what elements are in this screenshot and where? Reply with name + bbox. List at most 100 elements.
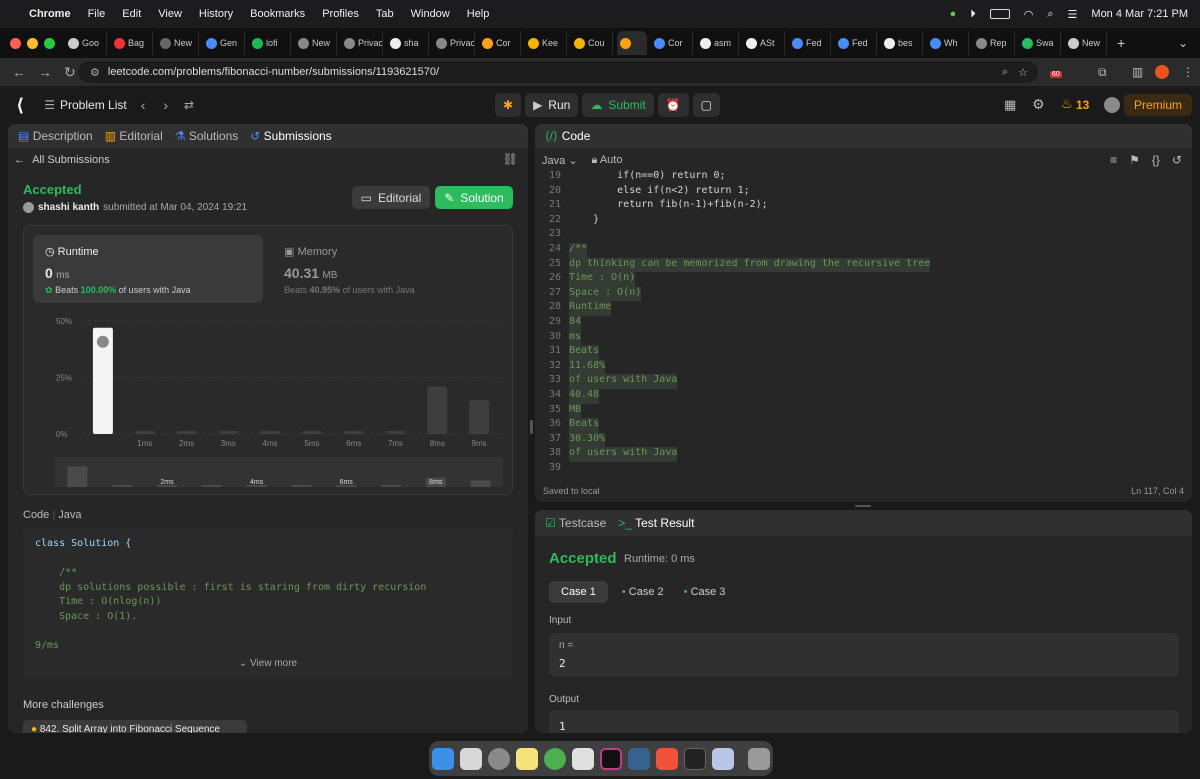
memory-box[interactable]: ▣ Memory 40.31 MB Beats 40.95% of users … [274,235,504,303]
menu-tab[interactable]: Tab [376,8,394,20]
menu-window[interactable]: Window [411,8,450,20]
play-status-icon[interactable]: ⏵ [970,8,976,21]
language-select[interactable]: Java ⌄ [542,154,578,167]
browser-tab[interactable]: bes [881,31,923,55]
shield-status-icon[interactable]: ● [950,8,957,20]
chart-range-selector[interactable]: 2ms 4ms 6ms 8ms [55,457,505,487]
browser-tab[interactable]: Bag [111,31,153,55]
tab-description[interactable]: ▤ Description [18,129,93,143]
zoom-window-icon[interactable] [44,37,55,49]
prev-problem-icon[interactable]: ‹ [141,97,146,113]
sidebar-icon[interactable]: ▥ [1132,65,1143,79]
solution-button[interactable]: ✎ Solution [435,186,513,209]
menu-edit[interactable]: Edit [122,8,141,20]
runtime-box[interactable]: ◷ Runtime 0 ms ✿ Beats 100.00% of users … [33,235,263,303]
streak-fire-icon[interactable]: ♨ [1061,96,1073,112]
profile-avatar[interactable] [1155,65,1169,79]
browser-tab[interactable]: Fed [789,31,831,55]
braces-icon[interactable]: {} [1152,153,1160,167]
app-name[interactable]: Chrome [29,8,71,20]
browser-tab[interactable]: Wh [927,31,969,55]
url-text[interactable]: leetcode.com/problems/fibonacci-number/s… [108,66,439,78]
browser-tab[interactable]: Rep [973,31,1015,55]
debug-button[interactable]: ✱ [495,93,522,117]
tab-editorial[interactable]: ▥ Editorial [105,129,163,143]
menu-history[interactable]: History [199,8,233,20]
wifi-icon[interactable]: ◠ [1024,8,1034,21]
tab-submissions[interactable]: ↺ Submissions [250,129,331,143]
browser-tab[interactable]: New [1065,31,1107,55]
browser-tab[interactable]: Privacy [341,31,383,55]
menu-view[interactable]: View [158,8,182,20]
site-info-icon[interactable]: ⚙ [90,66,100,79]
horizontal-resize-handle[interactable] [855,505,871,507]
minimize-window-icon[interactable] [27,37,38,49]
code-editor[interactable]: 19 if(n==0) return 0; 20 else if(n<2) ret… [539,170,1179,470]
input-box[interactable]: n = 2 [549,633,1179,677]
spotlight-search-icon[interactable]: ⌕ [1047,8,1053,21]
auto-mode[interactable]: 🔒︎ Auto [592,154,623,167]
browser-tab[interactable]: Swa [1019,31,1061,55]
browser-tab[interactable]: Cor [651,31,693,55]
timer-button[interactable]: ⏰ [657,93,689,117]
view-more-button[interactable]: ⌄ View more [23,658,513,669]
user-avatar[interactable] [1104,97,1120,113]
system-settings-icon[interactable] [488,747,510,770]
menu-help[interactable]: Help [467,8,490,20]
launchpad-icon[interactable] [460,747,482,770]
preview-app-icon[interactable] [712,747,734,770]
browser-tab[interactable]: Kee [525,31,567,55]
format-icon[interactable]: ≡ [1110,153,1117,167]
panel-resize-handle[interactable] [530,420,533,434]
reset-icon[interactable]: ↺ [1172,153,1182,167]
slack-app-icon[interactable] [572,747,594,770]
forward-icon[interactable]: → [38,64,52,80]
premium-button[interactable]: Premium [1123,94,1192,116]
problem-list-button[interactable]: ☰ Problem List [44,98,126,112]
tab-search-icon[interactable]: ⌄ [1178,36,1188,50]
address-bar[interactable]: ⚙ leetcode.com/problems/fibonacci-number… [78,61,1038,83]
settings-gear-icon[interactable]: ⚙ [1032,96,1045,113]
intellij-app-icon[interactable] [600,747,622,770]
tab-testcase[interactable]: ☑ Testcase [545,516,606,530]
notes-button[interactable]: ▢ [692,93,720,117]
shuffle-icon[interactable]: ⇄ [184,98,194,112]
menu-file[interactable]: File [88,8,106,20]
editorial-button[interactable]: ▭ Editorial [352,186,430,209]
trash-icon[interactable] [748,747,770,770]
share-link-icon[interactable]: ⛓ [503,152,518,166]
browser-tab[interactable]: Cor [479,31,521,55]
browser-tab[interactable]: sha [387,31,429,55]
menu-bookmarks[interactable]: Bookmarks [250,8,305,20]
all-submissions-link[interactable]: ← All Submissions [14,154,110,166]
zoom-icon[interactable]: ⌕ [1002,66,1008,79]
swift-app-icon[interactable] [656,747,678,770]
challenge-chip[interactable]: ● 842. Split Array into Fibonacci Sequen… [23,720,247,733]
chrome-menu-icon[interactable]: ⋮ [1182,65,1194,79]
layout-icon[interactable]: ▦ [1004,97,1016,113]
close-window-icon[interactable] [10,37,21,49]
run-button[interactable]: ▶ Run [525,93,579,117]
extension-badge[interactable]: 60 [1050,71,1062,78]
browser-tab[interactable]: lofi [249,31,291,55]
browser-tab[interactable]: asm [697,31,739,55]
submitted-code-block[interactable]: class Solution { /** dp solutions possib… [23,528,513,678]
case-2-tab[interactable]: • Case 2 [616,581,670,603]
case-1-tab[interactable]: Case 1 [549,581,608,603]
next-problem-icon[interactable]: › [163,97,168,113]
control-center-icon[interactable]: ☰ [1068,8,1078,21]
browser-tab[interactable]: Fed [835,31,877,55]
bookmark-star-icon[interactable]: ☆ [1018,66,1028,79]
submitter-name[interactable]: shashi kanth [38,202,99,213]
menu-profiles[interactable]: Profiles [322,8,359,20]
tab-solutions[interactable]: ⚗ Solutions [175,129,238,143]
pgadmin-app-icon[interactable] [628,747,650,770]
extensions-icon[interactable]: ⧉ [1098,65,1107,80]
bookmark-icon[interactable]: ⚑ [1129,153,1140,167]
case-3-tab[interactable]: • Case 3 [678,581,732,603]
browser-tab[interactable]: Gen [203,31,245,55]
streak-count[interactable]: 13 [1076,98,1089,112]
notes-app-icon[interactable] [516,747,538,770]
back-icon[interactable]: ← [12,64,26,80]
browser-tab[interactable]: ASt [743,31,785,55]
